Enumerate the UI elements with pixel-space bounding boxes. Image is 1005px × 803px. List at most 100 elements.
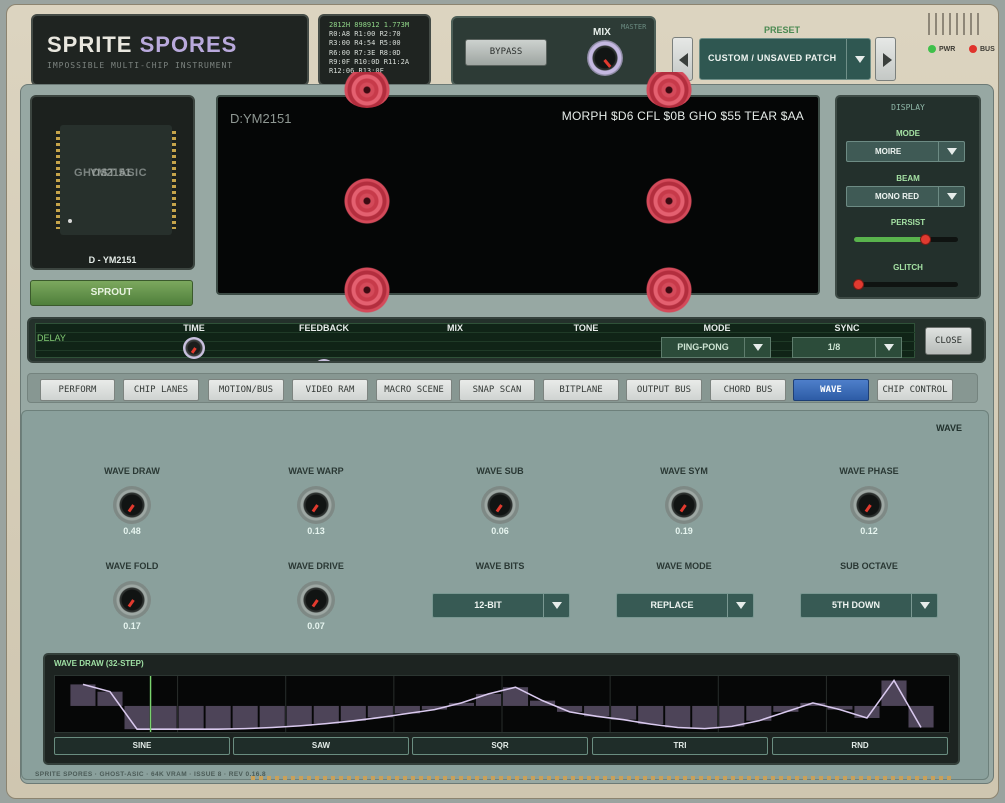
persist-thumb[interactable] <box>919 234 931 245</box>
tab-output-bus[interactable]: OUTPUT BUS <box>626 379 702 401</box>
wave-sub-value: 0.06 <box>491 526 509 536</box>
preset-select[interactable]: CUSTOM / UNSAVED PATCH <box>699 38 871 80</box>
delay-close-button[interactable]: CLOSE <box>925 327 972 355</box>
bypass-button[interactable]: BYPASS <box>465 39 547 66</box>
glitch-thumb[interactable] <box>853 279 865 290</box>
persist-slider[interactable] <box>854 234 958 245</box>
wave-draw-value: 0.48 <box>123 526 141 536</box>
delay-mode-select[interactable]: PING-PONG <box>661 337 771 358</box>
wave-tri-button[interactable]: TRI <box>592 737 768 755</box>
knob-indicator <box>127 504 135 513</box>
wave-mode-select[interactable]: REPLACE <box>616 593 754 618</box>
wave-step-bar[interactable] <box>665 705 691 728</box>
tab-video-ram[interactable]: VIDEO RAM <box>292 379 368 401</box>
wave-step-bar[interactable] <box>475 693 502 706</box>
wave-sub-control: WAVE SUB 0.06 <box>440 466 560 536</box>
wave-phase-knob[interactable] <box>850 486 888 524</box>
wave-sub-knob[interactable] <box>481 486 519 524</box>
tab-perform[interactable]: PERFORM <box>40 379 115 401</box>
delay-strip: DELAY TIME FEEDBACK MIX TONE MODE PING-P… <box>27 317 986 363</box>
pwr-label: PWR <box>939 46 956 53</box>
wave-step-bar[interactable] <box>908 705 934 728</box>
wave-drive-knob[interactable] <box>297 581 335 619</box>
wave-bits-dropdown[interactable] <box>543 594 569 617</box>
delay-sync-dropdown[interactable] <box>875 338 901 357</box>
wave-sym-knob[interactable] <box>665 486 703 524</box>
wave-warp-knob[interactable] <box>297 486 335 524</box>
knob-indicator <box>495 504 503 513</box>
wave-step-bar[interactable] <box>232 705 258 729</box>
wave-step-bar[interactable] <box>259 705 285 728</box>
sub-octave-dropdown[interactable] <box>911 594 937 617</box>
tab-chip-lanes[interactable]: CHIP LANES <box>123 379 199 401</box>
preset-next-button[interactable] <box>875 37 896 81</box>
wave-step-bar[interactable] <box>638 705 664 725</box>
display-mode-value: MOIRE <box>875 147 902 156</box>
master-mix-knob[interactable] <box>587 40 623 76</box>
wave-step-bar[interactable] <box>286 705 312 726</box>
wave-draw-control: WAVE DRAW 0.48 <box>72 466 192 536</box>
bus-label: BUS <box>980 46 995 53</box>
preset-dropdown[interactable] <box>846 39 872 79</box>
wave-warp-label: WAVE WARP <box>288 466 344 476</box>
tab-bar: PERFORM CHIP LANES MOTION/BUS VIDEO RAM … <box>27 373 978 403</box>
chip-pins-left <box>56 131 60 229</box>
display-mode-select[interactable]: MOIRE <box>846 141 965 162</box>
wave-mode-dropdown[interactable] <box>727 594 753 617</box>
wave-step-bar[interactable] <box>692 705 718 729</box>
sprout-button[interactable]: SPROUT <box>30 280 193 306</box>
wave-step-bar[interactable] <box>178 705 204 730</box>
wave-sine-button[interactable]: SINE <box>54 737 230 755</box>
wave-step-bar[interactable] <box>854 705 880 718</box>
delay-mode-value: PING-PONG <box>677 342 729 352</box>
wave-step-bar[interactable] <box>313 705 339 724</box>
delay-sync-select[interactable]: 1/8 <box>792 337 902 358</box>
chevron-down-icon <box>920 602 930 609</box>
bus-led <box>969 45 977 53</box>
knob-indicator <box>603 59 612 68</box>
tab-chord-bus[interactable]: CHORD BUS <box>710 379 786 401</box>
delay-time-knob[interactable] <box>183 337 205 359</box>
wave-mode-control: WAVE MODE <box>624 561 744 575</box>
wave-phase-label: WAVE PHASE <box>839 466 899 476</box>
wave-fold-knob[interactable] <box>113 581 151 619</box>
wave-step-bar[interactable] <box>611 705 637 720</box>
sub-octave-label: SUB OCTAVE <box>840 561 898 571</box>
beam-dropdown[interactable] <box>938 187 964 206</box>
chevron-down-icon <box>753 344 763 351</box>
tab-motion-bus[interactable]: MOTION/BUS <box>208 379 284 401</box>
master-mix-label: MIX <box>593 27 611 38</box>
wave-rnd-button[interactable]: RND <box>772 737 948 755</box>
wave-step-bar[interactable] <box>151 705 177 730</box>
delay-mode-dropdown[interactable] <box>744 338 770 357</box>
sub-octave-select[interactable]: 5TH DOWN <box>800 593 938 618</box>
wave-step-bar[interactable] <box>340 705 366 721</box>
tab-bitplane[interactable]: BITPLANE <box>543 379 619 401</box>
wave-step-bar[interactable] <box>205 705 231 730</box>
knob-indicator <box>311 504 319 513</box>
wave-step-bar[interactable] <box>70 684 96 706</box>
wave-draw-knob[interactable] <box>113 486 151 524</box>
wave-panel: WAVE WAVE DRAW 0.48 WAVE WARP 0.13 WAVE SU… <box>21 410 989 780</box>
persist-fill <box>854 237 925 242</box>
tab-snap-scan[interactable]: SNAP SCAN <box>459 379 535 401</box>
wave-draw-graph[interactable] <box>54 675 950 733</box>
glitch-slider[interactable] <box>853 279 958 290</box>
scope-sprite <box>646 178 692 224</box>
display-mode-dropdown[interactable] <box>938 142 964 161</box>
wave-bits-select[interactable]: 12-BIT <box>432 593 570 618</box>
wave-step-bar[interactable] <box>719 705 745 727</box>
tab-chip-control[interactable]: CHIP CONTROL <box>877 379 953 401</box>
wave-fold-control: WAVE FOLD 0.17 <box>72 561 192 631</box>
chevron-down-icon <box>855 56 865 63</box>
wave-draw-editor: WAVE DRAW (32-STEP) SINE SAW SQR TRI RND <box>43 653 960 765</box>
delay-feedback-knob[interactable] <box>313 359 335 361</box>
beam-select[interactable]: MONO RED <box>846 186 965 207</box>
wave-saw-button[interactable]: SAW <box>233 737 409 755</box>
chevron-down-icon <box>552 602 562 609</box>
wave-sqr-button[interactable]: SQR <box>412 737 588 755</box>
tab-wave[interactable]: WAVE <box>793 379 869 401</box>
knob-indicator <box>864 504 872 513</box>
chip-label: D - YM2151 <box>88 255 137 265</box>
tab-macro-scene[interactable]: MACRO SCENE <box>376 379 452 401</box>
